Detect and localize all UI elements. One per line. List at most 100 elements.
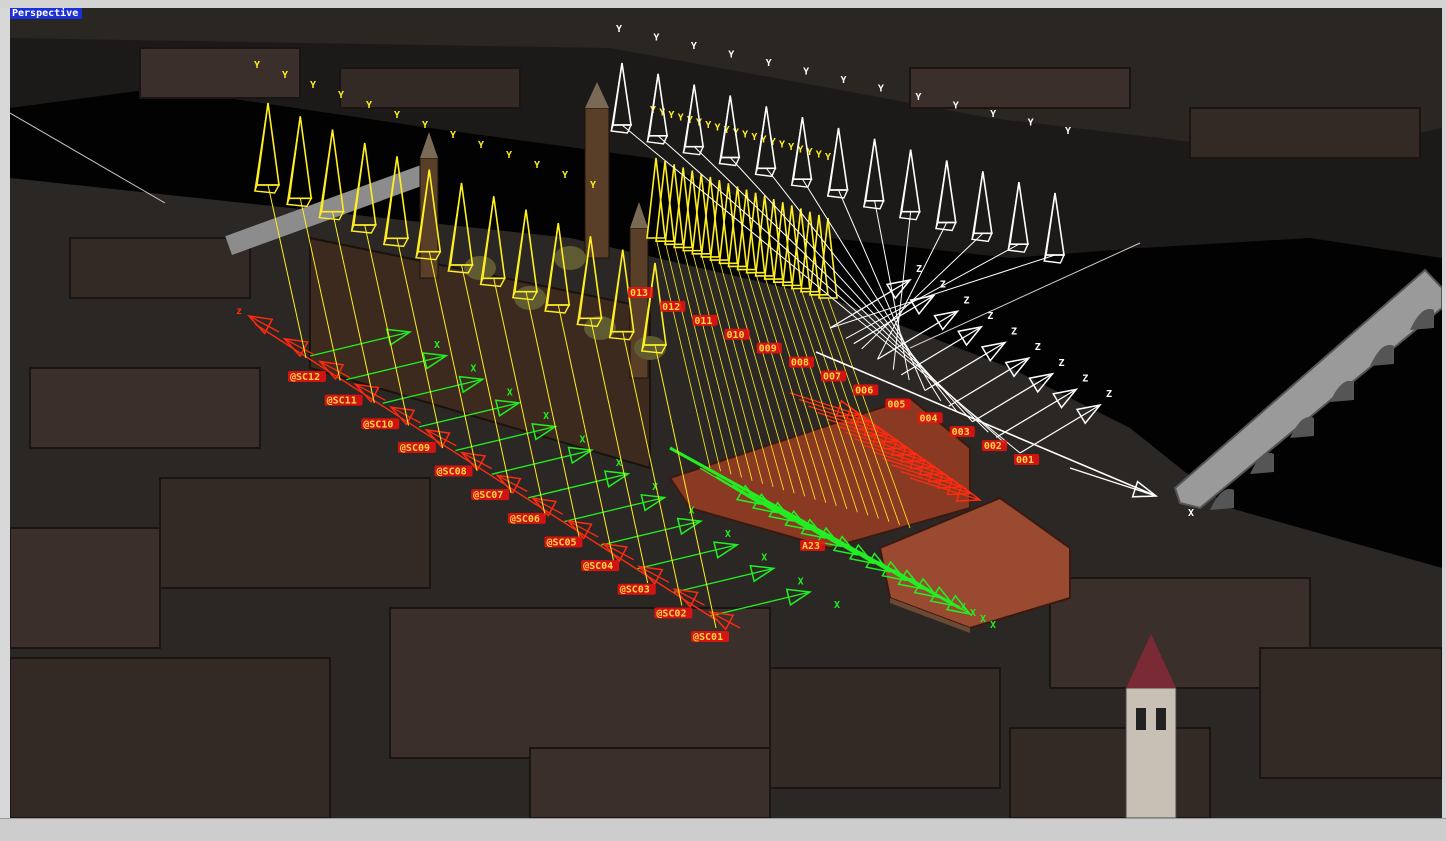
green-axis-label: X — [725, 529, 731, 540]
yellow-cluster-axis: Y — [825, 152, 831, 163]
yellow-axis-label: Y — [506, 150, 512, 161]
white-axis-label: Y — [653, 33, 659, 44]
yellow-cluster-axis: Y — [751, 132, 757, 143]
white-forward-axis: Z — [1035, 342, 1041, 353]
yellow-cluster-axis: Y — [788, 142, 794, 153]
white-forward-axis: Z — [1106, 389, 1112, 400]
white-axis-label: Y — [766, 58, 772, 69]
white-forward-axis: Z — [940, 280, 946, 291]
white-camera-label: 001 — [1016, 455, 1034, 466]
yellow-axis-label: Y — [478, 140, 484, 151]
white-axis-label: Y — [616, 24, 622, 35]
green-facade-axis: X — [980, 614, 986, 625]
white-axis-label: Y — [691, 41, 697, 52]
cathedral-dome — [554, 246, 586, 270]
city-block — [29, 367, 261, 449]
green-facade-axis: X — [960, 602, 966, 613]
white-axis-label: Y — [1065, 126, 1071, 137]
city-block — [909, 67, 1131, 109]
city-block — [159, 477, 431, 589]
city-block — [1189, 107, 1421, 159]
white-camera-label: 009 — [759, 344, 777, 355]
green-axis-label: X — [834, 600, 840, 611]
red-camera-label: @SC11 — [327, 396, 357, 407]
green-axis-label: X — [507, 387, 513, 398]
yellow-axis-label: Y — [254, 60, 260, 71]
bell-tower-shaft — [1125, 687, 1177, 818]
yellow-cluster-axis: Y — [678, 112, 684, 123]
facade-camera-label: A23 — [802, 541, 820, 552]
white-forward-axis: Z — [1011, 327, 1017, 338]
white-forward-axis: Z — [964, 295, 970, 306]
white-axis-label: Y — [841, 75, 847, 86]
red-camera-label: @SC04 — [583, 561, 613, 572]
red-camera-label: @SC02 — [656, 608, 686, 619]
red-camera-label: @SC03 — [620, 585, 650, 596]
red-camera-label: @SC10 — [363, 419, 393, 430]
white-camera-label: 003 — [952, 427, 970, 438]
yellow-cluster-axis: Y — [816, 150, 822, 161]
yellow-cluster-axis: Y — [668, 110, 674, 121]
red-camera-label: @SC12 — [290, 372, 320, 383]
white-axis-label: Y — [728, 50, 734, 61]
viewport-label[interactable]: Perspective — [10, 8, 83, 19]
yellow-axis-label: Y — [534, 160, 540, 171]
city-block — [1259, 647, 1442, 779]
white-camera-label: 013 — [630, 288, 648, 299]
white-camera-label: 010 — [727, 330, 745, 341]
yellow-axis-label: Y — [450, 130, 456, 141]
red-camera-label: @SC01 — [693, 632, 723, 643]
green-facade-axis: X — [970, 608, 976, 619]
status-bar — [0, 818, 1446, 841]
red-camera-label: @SC08 — [437, 467, 467, 478]
perspective-viewport[interactable]: XXXXXXXXXXXXXXXX z YYYYYYYYYYYYYYYYYYYYY… — [10, 8, 1442, 818]
city-block — [1009, 727, 1211, 818]
white-axis-label: Y — [803, 67, 809, 78]
yellow-axis-label: Y — [366, 100, 372, 111]
city-block — [139, 47, 301, 99]
yellow-axis-label: Y — [310, 80, 316, 91]
white-axis-label: Y — [915, 92, 921, 103]
city-block — [69, 237, 251, 299]
white-camera-label: 012 — [662, 302, 680, 313]
yellow-cluster-axis: Y — [742, 130, 748, 141]
white-axis-label: Y — [1028, 118, 1034, 129]
green-axis-label: X — [543, 411, 549, 422]
green-facade-axis: X — [990, 620, 996, 631]
yellow-cluster-axis: Y — [705, 120, 711, 131]
bell-tower-window — [1156, 708, 1166, 730]
scene-canvas[interactable]: XXXXXXXXXXXXXXXX z YYYYYYYYYYYYYY Y Y Y Y Y Y Y… — [10, 8, 1442, 818]
red-camera-label: @SC06 — [510, 514, 540, 525]
yellow-axis-label: Y — [562, 170, 568, 181]
green-axis-label: X — [761, 553, 767, 564]
white-forward-axis: Z — [1059, 358, 1065, 369]
red-camera-label: @SC07 — [473, 490, 503, 501]
white-camera-label: 008 — [791, 358, 809, 369]
white-axis-label: Y — [878, 84, 884, 95]
yellow-axis-label: Y — [422, 120, 428, 131]
cathedral-dome — [464, 256, 496, 280]
white-x-axis: X — [1188, 508, 1194, 519]
white-camera-label: 011 — [694, 316, 712, 327]
white-camera-label: 004 — [920, 413, 938, 424]
city-block — [389, 607, 771, 759]
yellow-axis-label: Y — [394, 110, 400, 121]
yellow-cluster-axis: Y — [714, 122, 720, 133]
cathedral-tower — [584, 107, 610, 259]
white-forward-axis: Z — [1082, 373, 1088, 384]
green-axis-label: X — [798, 576, 804, 587]
city-block — [10, 527, 161, 649]
red-camera-label: @SC09 — [400, 443, 430, 454]
white-camera-label: 002 — [984, 441, 1002, 452]
green-axis-label: X — [470, 364, 476, 375]
white-axis-label: Y — [990, 109, 996, 120]
white-camera-label: 007 — [823, 372, 841, 383]
yellow-axis-label: Y — [282, 70, 288, 81]
bell-tower-window — [1136, 708, 1146, 730]
application-window: XXXXXXXXXXXXXXXX z YYYYYYYYYYYYYYYYYYYYY… — [0, 0, 1446, 841]
city-block — [10, 657, 331, 818]
red-axis-label: z — [236, 306, 242, 317]
window-left-edge — [0, 8, 10, 818]
city-block — [529, 747, 771, 818]
red-camera-label: @SC05 — [546, 537, 576, 548]
